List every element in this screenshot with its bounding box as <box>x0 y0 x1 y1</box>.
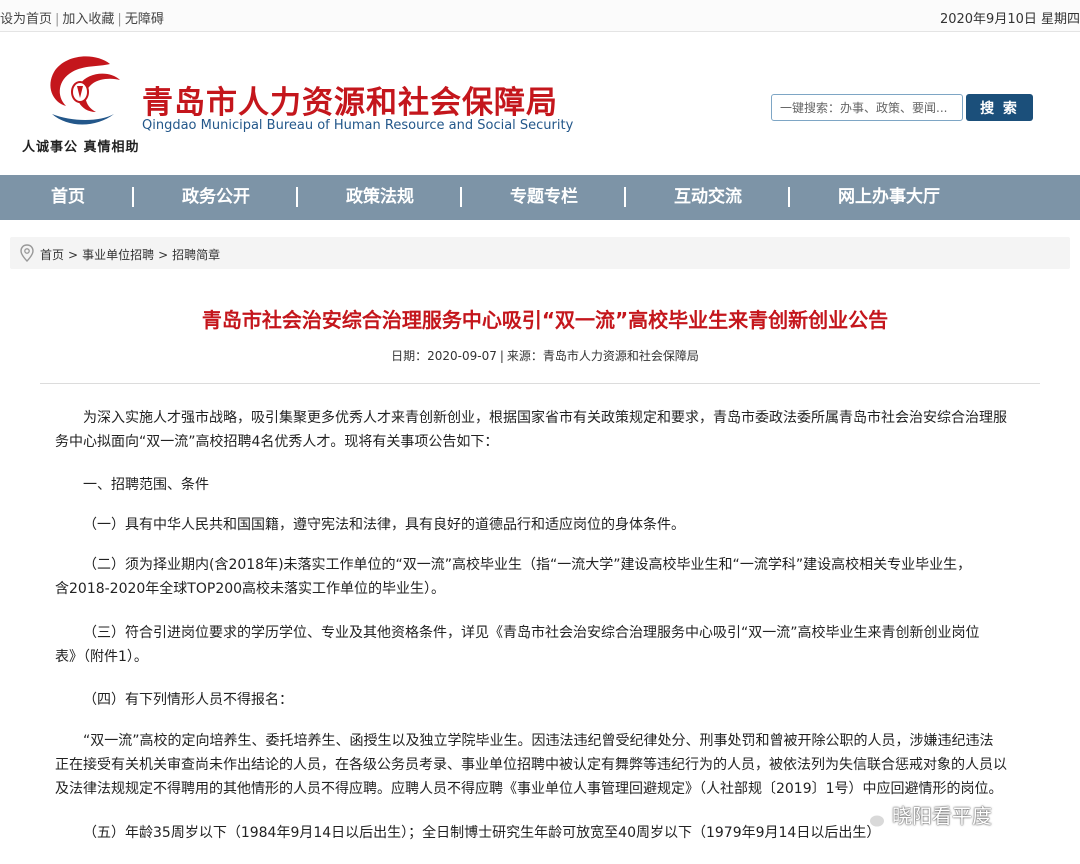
paragraph-line: 表》（附件1）。 <box>55 649 148 665</box>
article-title: 青岛市社会治安综合治理服务中心吸引“双一流”高校毕业生来青创新创业公告 <box>201 308 889 332</box>
set-homepage-link[interactable]: 设为首页 <box>0 12 52 27</box>
watermark: 晓阳看平度 <box>858 800 992 836</box>
paragraph-line: “双一流”高校的定向培养生、委托培养生、函授生以及独立学院毕业生。因违法违纪曾受… <box>83 733 994 749</box>
nav-separator <box>132 187 134 207</box>
paragraph-line: （三）符合引进岗位要求的学历学位、专业及其他资格条件，详见《青岛市社会治安综合治… <box>83 625 980 641</box>
breadcrumb-trail: 首页 > 事业单位招聘 > 招聘简章 <box>40 246 220 263</box>
article-date: 日期：2020-09-07 <box>391 349 497 363</box>
nav-separator <box>788 187 790 207</box>
section-heading: 一、招聘范围、条件 <box>55 473 1040 497</box>
nav-item-government-affairs[interactable]: 政务公开 <box>182 175 250 220</box>
article-source: 来源：青岛市人力资源和社会保障局 <box>506 349 699 363</box>
title-divider <box>40 383 1040 384</box>
paragraph-item-2: （二）须为择业期内(含2018年)未落实工作单位的“双一流”高校毕业生（指“一流… <box>55 553 1040 601</box>
bureau-slogan: 人诚事公 真情相助 <box>22 140 140 155</box>
nav-item-special-topics[interactable]: 专题专栏 <box>510 175 578 220</box>
paragraph-line: 及法律法规规定不得聘用的其他情形的人员不得应聘。应聘人员不得应聘《事业单位人事管… <box>55 781 1003 797</box>
wechat-icon <box>859 806 886 828</box>
main-nav: 首页 政务公开 政策法规 专题专栏 互动交流 网上办事大厅 <box>0 175 1080 220</box>
top-link-separator: | <box>117 12 122 27</box>
paragraph-line: 一、招聘范围、条件 <box>83 477 209 493</box>
top-utility-bar: 设为首页 | 加入收藏 | 无障碍 2020年9月10日 星期四 <box>0 0 1080 32</box>
add-favorite-link[interactable]: 加入收藏 <box>62 12 114 27</box>
nav-separator <box>460 187 462 207</box>
breadcrumb: 首页 > 事业单位招聘 > 招聘简章 <box>10 237 1070 269</box>
breadcrumb-item-home[interactable]: 首页 <box>40 248 64 262</box>
search-input[interactable] <box>771 94 963 121</box>
breadcrumb-item-recruitment[interactable]: 事业单位招聘 <box>82 248 154 262</box>
nav-item-policies[interactable]: 政策法规 <box>346 175 414 220</box>
search-button[interactable]: 搜 索 <box>966 94 1033 121</box>
location-pin-icon <box>20 244 34 262</box>
paragraph-line: （二）须为择业期内(含2018年)未落实工作单位的“双一流”高校毕业生（指“一流… <box>83 557 972 573</box>
nav-item-interaction[interactable]: 互动交流 <box>674 175 742 220</box>
current-date: 2020年9月10日 星期四 <box>939 12 1080 27</box>
paragraph-line: （一）具有中华人民共和国国籍，遵守宪法和法律，具有良好的道德品行和适应岗位的身体… <box>83 517 685 533</box>
nav-separator <box>296 187 298 207</box>
breadcrumb-item-brochure[interactable]: 招聘简章 <box>172 248 220 262</box>
paragraph-line: 务中心拟面向“双一流”高校招聘4名优秀人才。现将有关事项公告如下： <box>55 434 499 450</box>
top-links: 设为首页 | 加入收藏 | 无障碍 <box>0 8 164 27</box>
meta-separator: | <box>499 349 504 363</box>
paragraph-item-3: （三）符合引进岗位要求的学历学位、专业及其他资格条件，详见《青岛市社会治安综合治… <box>55 621 1040 669</box>
paragraph-restrictions: “双一流”高校的定向培养生、委托培养生、函授生以及独立学院毕业生。因违法违纪曾受… <box>55 729 1040 801</box>
breadcrumb-arrow: > <box>68 248 79 262</box>
site-subtitle-english: Qingdao Municipal Bureau of Human Resour… <box>142 118 574 133</box>
paragraph-line: 为深入实施人才强市战略，吸引集聚更多优秀人才来青创新创业，根据国家省市有关政策规… <box>83 410 1007 426</box>
site-header: 人诚事公 真情相助 青岛市人力资源和社会保障局 Qingdao Municipa… <box>0 32 1080 175</box>
nav-item-home[interactable]: 首页 <box>51 175 85 220</box>
paragraph-item-1: （一）具有中华人民共和国国籍，遵守宪法和法律，具有良好的道德品行和适应岗位的身体… <box>55 513 1040 537</box>
top-link-separator: | <box>55 12 60 27</box>
paragraph-line: 含2018-2020年全球TOP200高校未落实工作单位的毕业生）。 <box>55 581 446 597</box>
site-title[interactable]: 青岛市人力资源和社会保障局 <box>142 77 558 122</box>
paragraph-item-4: （四）有下列情形人员不得报名： <box>55 688 1040 712</box>
paragraph-intro: 为深入实施人才强市战略，吸引集聚更多优秀人才来青创新创业，根据国家省市有关政策规… <box>55 406 1040 454</box>
breadcrumb-arrow: > <box>158 248 169 262</box>
bureau-logo-icon[interactable] <box>40 50 124 134</box>
nav-separator <box>624 187 626 207</box>
accessibility-link[interactable]: 无障碍 <box>125 12 164 27</box>
nav-item-online-services[interactable]: 网上办事大厅 <box>838 175 940 220</box>
article-meta: 日期：2020-09-07 | 来源：青岛市人力资源和社会保障局 <box>0 347 1080 364</box>
paragraph-line: （四）有下列情形人员不得报名： <box>83 692 293 708</box>
watermark-text: 晓阳看平度 <box>892 804 992 828</box>
paragraph-line: 正在接受有关机关审查尚未作出结论的人员，在各级公务员考录、事业单位招聘中被认定有… <box>55 757 1007 773</box>
